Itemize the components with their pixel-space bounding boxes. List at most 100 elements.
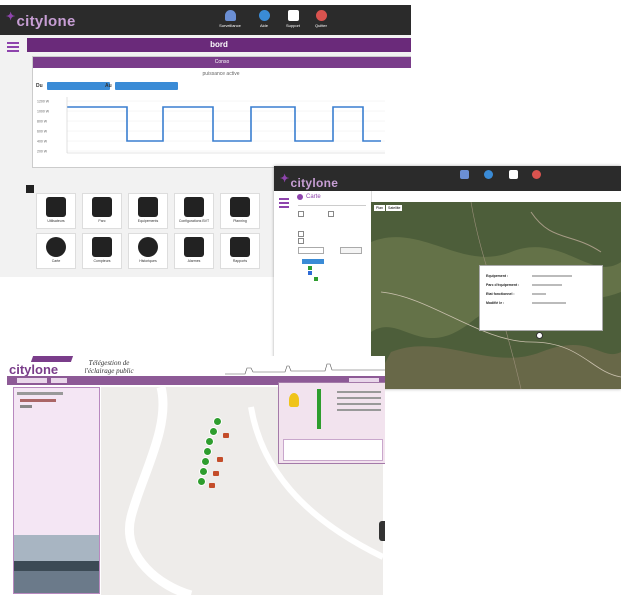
options-list[interactable] (283, 439, 383, 461)
tile-equipements[interactable]: Equipements (128, 193, 168, 229)
filter-checkbox[interactable] (298, 231, 304, 237)
tile-parc[interactable]: Parc (82, 193, 122, 229)
date-to-label: Au (105, 83, 112, 89)
filter-checkbox[interactable] (298, 211, 304, 217)
app-subtitle: Télégestion de l'éclairage public (84, 359, 134, 375)
tile-utilisateurs[interactable]: Utilisateurs (36, 193, 76, 229)
nav-aide[interactable]: Aide (250, 8, 278, 28)
popup-label: Equipement : (486, 274, 509, 278)
chart-panel: Conso puissance active Du Au 1200 W 1000 … (32, 56, 411, 168)
tree-node-icon (308, 266, 312, 270)
tile-compteurs[interactable]: Compteurs (82, 233, 122, 269)
cabinet-marker-icon[interactable] (217, 457, 223, 462)
bell-icon (224, 10, 236, 21)
tile-label: Planning (233, 219, 247, 223)
info-line (337, 403, 381, 405)
config-gear-icon (184, 197, 204, 217)
nav-quitter[interactable]: Quitter (307, 8, 335, 28)
map-tab-satellite[interactable]: Satellite (386, 205, 403, 211)
tree-view-pane (13, 387, 100, 594)
tree-root-node[interactable] (302, 259, 324, 264)
nav-aide-2[interactable] (474, 168, 502, 181)
lamp-marker-icon[interactable] (205, 437, 214, 446)
filter-checkbox[interactable] (298, 238, 304, 244)
section-toggle[interactable] (26, 185, 34, 193)
y-tick-label: 200 W (37, 150, 48, 154)
satellite-map[interactable]: Plan Satellite Equipement : Parc d'équip… (371, 202, 621, 389)
popup-value (532, 302, 566, 304)
popup-label: Parc d'équipement : (486, 283, 520, 287)
map-marker-icon[interactable] (536, 332, 543, 339)
tile-label: Alarmes (187, 259, 201, 263)
top-navigation-bar: ✦citylone Surveillance Aide Support Quit… (0, 5, 411, 35)
tile-historiques[interactable]: Historiques (128, 233, 168, 269)
nav-quitter-2[interactable] (522, 168, 550, 181)
map-scroll-handle[interactable] (379, 521, 385, 541)
popup-value (532, 293, 546, 295)
device-control-panel (278, 382, 385, 464)
cabinet-marker-icon[interactable] (223, 433, 229, 438)
date-to-picker[interactable] (115, 82, 178, 90)
tile-label: Equipements (137, 219, 159, 223)
power-icon (315, 10, 327, 21)
top-navigation-bar-2: ✦citylone (274, 166, 621, 191)
report-icon (230, 237, 250, 257)
info-line (337, 397, 381, 399)
lamp-marker-icon[interactable] (197, 477, 206, 486)
lamp-marker-icon[interactable] (213, 417, 222, 426)
map-pin-icon (297, 194, 303, 200)
filter-button[interactable] (340, 247, 362, 254)
lamp-marker-icon[interactable] (203, 447, 212, 456)
meter-icon (92, 237, 112, 257)
map-tab-plan[interactable]: Plan (374, 205, 386, 211)
tile-carte[interactable]: Carte (36, 233, 76, 269)
y-tick-label: 400 W (37, 140, 48, 144)
help-globe-icon (483, 170, 493, 179)
hamburger-menu-icon[interactable] (7, 42, 19, 54)
divider (298, 205, 366, 206)
chart-title: puissance active (202, 71, 240, 77)
building-icon (92, 197, 112, 217)
lamp-marker-icon[interactable] (209, 427, 218, 436)
tree-node-icon (308, 271, 312, 275)
power-line-chart: 1200 W 1000 W 800 W 600 W 400 W 200 W (37, 97, 385, 154)
nav-support[interactable]: Support (279, 8, 307, 28)
lamp-marker-icon[interactable] (199, 467, 208, 476)
nav-surveillance[interactable]: Surveillance (216, 8, 244, 28)
document-icon (287, 10, 299, 21)
calendar-icon (230, 197, 250, 217)
tile-label: Rapports (232, 259, 248, 263)
power-icon (531, 170, 541, 179)
lamp-marker-icon[interactable] (201, 457, 210, 466)
cabinet-marker-icon[interactable] (209, 483, 215, 488)
date-from-picker[interactable] (47, 82, 110, 90)
popup-label: Etat fonctionnel : (486, 292, 515, 296)
tile-label: Utilisateurs (47, 219, 65, 223)
tile-label: Configurations BVT (178, 219, 210, 223)
date-from-label: Du (36, 83, 43, 89)
hamburger-menu-icon-2[interactable] (279, 198, 289, 210)
citylone-logo-2[interactable]: ✦citylone (280, 172, 338, 190)
tile-label: Compteurs (93, 259, 111, 263)
tree-item[interactable] (20, 399, 56, 402)
equipment-info-popup: Equipement : Parc d'équipement : Etat fo… (479, 265, 603, 331)
tile-label: Carte (51, 259, 61, 263)
dimming-slider[interactable] (317, 389, 321, 429)
section-title: Carte (306, 194, 321, 200)
tree-item[interactable] (20, 405, 32, 408)
tile-label: Historiques (139, 259, 157, 263)
page-title: bord (27, 38, 411, 52)
toolbar-tab[interactable] (51, 378, 67, 383)
cabinet-marker-icon[interactable] (213, 471, 219, 476)
help-globe-icon (258, 10, 270, 21)
tile-configurations-bvt[interactable]: Configurations BVT (174, 193, 214, 229)
tile-rapports[interactable]: Rapports (220, 233, 260, 269)
filter-select[interactable] (298, 247, 324, 254)
citylone-logo[interactable]: ✦citylone (6, 10, 76, 30)
tile-planning[interactable]: Planning (220, 193, 260, 229)
filter-checkbox[interactable] (328, 211, 334, 217)
toolbar-tab[interactable] (17, 378, 47, 383)
popup-value (532, 284, 562, 286)
tree-item[interactable] (17, 392, 63, 395)
tile-alarmes[interactable]: Alarmes (174, 233, 214, 269)
